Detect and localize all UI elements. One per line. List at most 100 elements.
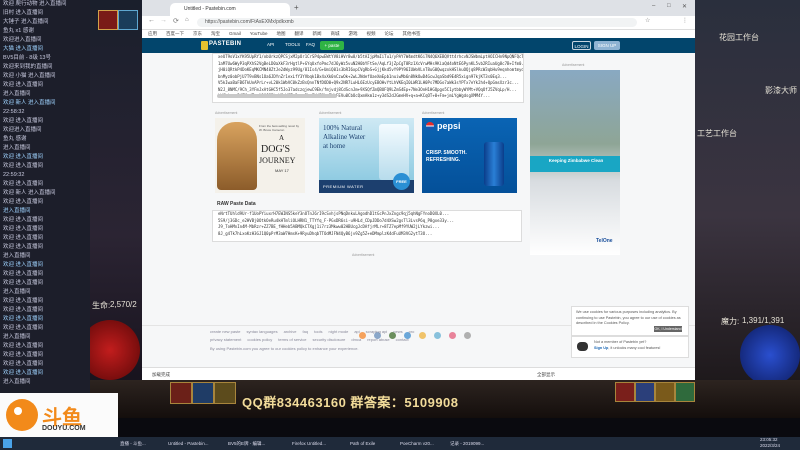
code-line: jH0iQRtkP4DoKEqMKCMN48ZtJe2dWyz99Ug/81Is… <box>218 67 524 72</box>
chat-message: 欢迎 进入直播间 <box>3 316 44 322</box>
chat-message: 欢迎 进入直播间 <box>3 307 44 313</box>
taskbar-item[interactable]: Firefox Untitled... <box>292 439 326 448</box>
footer-note: By using Pastebin.com you agree to our c… <box>210 346 359 351</box>
bookmark-item[interactable]: 游戏 <box>348 31 357 36</box>
footer-link[interactable]: night mode <box>329 329 349 334</box>
footer-link[interactable]: tools <box>314 329 322 334</box>
ad-telone-zimbabwe[interactable]: Keeping Zimbabwe Clean TelOne <box>530 70 620 255</box>
bookmark-item[interactable]: 视频 <box>366 31 375 36</box>
bookmark-item[interactable]: 百度一下 <box>166 31 184 36</box>
chat-message: 欢迎 进入直播间 <box>3 226 44 232</box>
taskbar-item[interactable]: Untitled - Pastebin... <box>168 439 209 448</box>
water-ad-line3: at home <box>323 142 346 150</box>
footer-link[interactable]: report abuse <box>367 337 389 342</box>
menu-icon[interactable]: ⋮ <box>682 17 688 24</box>
download-item[interactable]: 加载完成 <box>152 368 170 380</box>
raw-paste-textarea[interactable]: eNrtTUhld9Ur-f1UoPYiuxrH7EWINS5keY3nOTnJ… <box>212 210 522 242</box>
bookmark-item[interactable]: 翻译 <box>294 31 303 36</box>
taskbar-item[interactable]: 记录 - 2019099... <box>450 439 484 448</box>
bookmark-item[interactable]: 应用 <box>148 31 157 36</box>
chat-message: 欢迎来到我的直播间 <box>3 64 53 70</box>
chat-message: 欢迎 进入直播间 <box>3 244 44 250</box>
chat-message: 进入直播间 <box>3 334 31 340</box>
tab-bar: Untitled - Pastebin.com + – □ ✕ <box>142 0 695 16</box>
footer-link[interactable]: dmca <box>351 337 361 342</box>
chat-message: 欢迎 进入直播间 <box>3 181 44 187</box>
social-icon[interactable] <box>464 332 471 339</box>
footer-link[interactable]: scraping api <box>366 329 388 334</box>
star-icon[interactable]: ☆ <box>645 17 650 24</box>
footer-link[interactable]: pro <box>409 329 415 334</box>
chat-message: 欢迎 进入直播间 <box>3 118 44 124</box>
bookmark-item[interactable]: 商城 <box>330 31 339 36</box>
ad-label: Advertisement <box>319 111 342 115</box>
chat-message: 欢迎 进入直播间 <box>3 199 44 205</box>
cookie-ok-button[interactable]: OK, I Understand <box>654 326 682 332</box>
footer-link[interactable]: terms of service <box>278 337 306 342</box>
footer-link[interactable]: api <box>354 329 359 334</box>
footer-link[interactable]: faq <box>303 329 309 334</box>
social-icon[interactable] <box>434 332 441 339</box>
raw-paste-title: RAW Paste Data <box>217 201 256 207</box>
social-icon[interactable] <box>449 332 456 339</box>
footer-link[interactable]: contact <box>396 337 409 342</box>
login-button[interactable]: LOGIN <box>572 41 591 50</box>
chat-message: 进入直播间 <box>3 253 31 259</box>
pastebin-logo[interactable]: PASTEBIN <box>209 41 241 47</box>
code-scrollbar[interactable] <box>217 94 337 98</box>
crafting-label: 工艺工作台 <box>697 129 737 138</box>
footer-link[interactable]: news <box>393 329 402 334</box>
bookmark-item[interactable]: YouTube <box>250 31 268 36</box>
bookmark-item[interactable]: 淘宝 <box>211 31 220 36</box>
workbench-label: 花园工作台 <box>719 33 759 42</box>
nav-faq[interactable]: FAQ <box>306 42 315 47</box>
ad-dogs-journey[interactable]: From the best-selling novel by W. Bruce … <box>215 118 305 193</box>
dog-image <box>217 122 257 190</box>
maximize-button[interactable]: □ <box>667 3 671 9</box>
zim-banner-text: Keeping Zimbabwe Clean <box>548 158 604 163</box>
signup-link[interactable]: Sign Up <box>594 346 608 350</box>
url-input[interactable]: https://pastebin.com/FtAsEXMx/pdkxmb <box>197 18 637 27</box>
pepsi-slogan-1: CRISP. SMOOTH. <box>426 150 467 156</box>
close-button[interactable]: ✕ <box>682 3 687 10</box>
nav-tools[interactable]: TOOLS <box>285 42 300 47</box>
ad-premium-water[interactable]: 100% Natural Alkaline Water at home PREM… <box>319 118 414 193</box>
stream-chat-panel: 欢迎 爬行动物 进入直播间 旧村 进入直播间 大锤子 进入直播间 鱼丸 x1 感谢 欢迎… <box>0 0 90 393</box>
footer-link[interactable]: security disclosure <box>313 337 346 342</box>
life-label: 生命: <box>92 301 111 310</box>
footer-link[interactable]: archive <box>284 329 297 334</box>
taskbar-item[interactable]: PoeCharm v20... <box>400 439 434 448</box>
bookmark-item[interactable]: Gmail <box>229 31 241 36</box>
chat-message: 欢迎 进入直播间 <box>3 82 44 88</box>
new-paste-button[interactable]: + paste <box>320 41 344 50</box>
nav-api[interactable]: API <box>267 42 274 47</box>
bookmark-item[interactable]: 新闻 <box>312 31 321 36</box>
forward-icon[interactable]: → <box>160 17 167 24</box>
home-icon[interactable]: ⌂ <box>185 17 189 23</box>
footer-link[interactable]: create new paste <box>210 329 240 334</box>
new-tab-button[interactable]: + <box>294 3 299 12</box>
signup-button[interactable]: SIGN UP <box>594 41 620 50</box>
bookmark-item[interactable]: 其他书签 <box>402 31 420 36</box>
ad-pepsi[interactable]: pepsi CRISP. SMOOTH. REFRESHING. <box>422 118 517 193</box>
pastebin-logo-icon <box>201 41 208 50</box>
reload-icon[interactable]: ⟳ <box>173 17 179 25</box>
bookmark-item[interactable]: 地图 <box>276 31 285 36</box>
taskbar-item[interactable]: Path of Exile <box>350 439 375 448</box>
taskbar-item[interactable]: BV5的E牌 - 编辑... <box>228 439 265 448</box>
footer-link[interactable]: cookies policy <box>247 337 272 342</box>
back-icon[interactable]: ← <box>148 17 155 24</box>
taskbar-item[interactable]: 直播 - 斗鱼... <box>120 439 146 448</box>
bookmark-item[interactable]: 论坛 <box>384 31 393 36</box>
footer-link[interactable]: privacy statement <box>210 337 241 342</box>
minimize-button[interactable]: – <box>652 3 655 9</box>
show-all-downloads[interactable]: 全部显示 <box>537 368 555 380</box>
flask-icon <box>192 382 214 404</box>
tab-pastebin[interactable]: Untitled - Pastebin.com <box>170 3 290 16</box>
chat-message: 进入直播间 <box>3 91 31 97</box>
cookie-text: We use cookies for various purposes incl… <box>576 310 681 325</box>
dog-ad-subtitle: From the best-selling novel by W. Bruce … <box>259 124 300 132</box>
footer-link[interactable]: syntax languages <box>246 329 277 334</box>
bookmark-item[interactable]: 京东 <box>193 31 202 36</box>
windows-start-icon[interactable] <box>3 439 12 448</box>
